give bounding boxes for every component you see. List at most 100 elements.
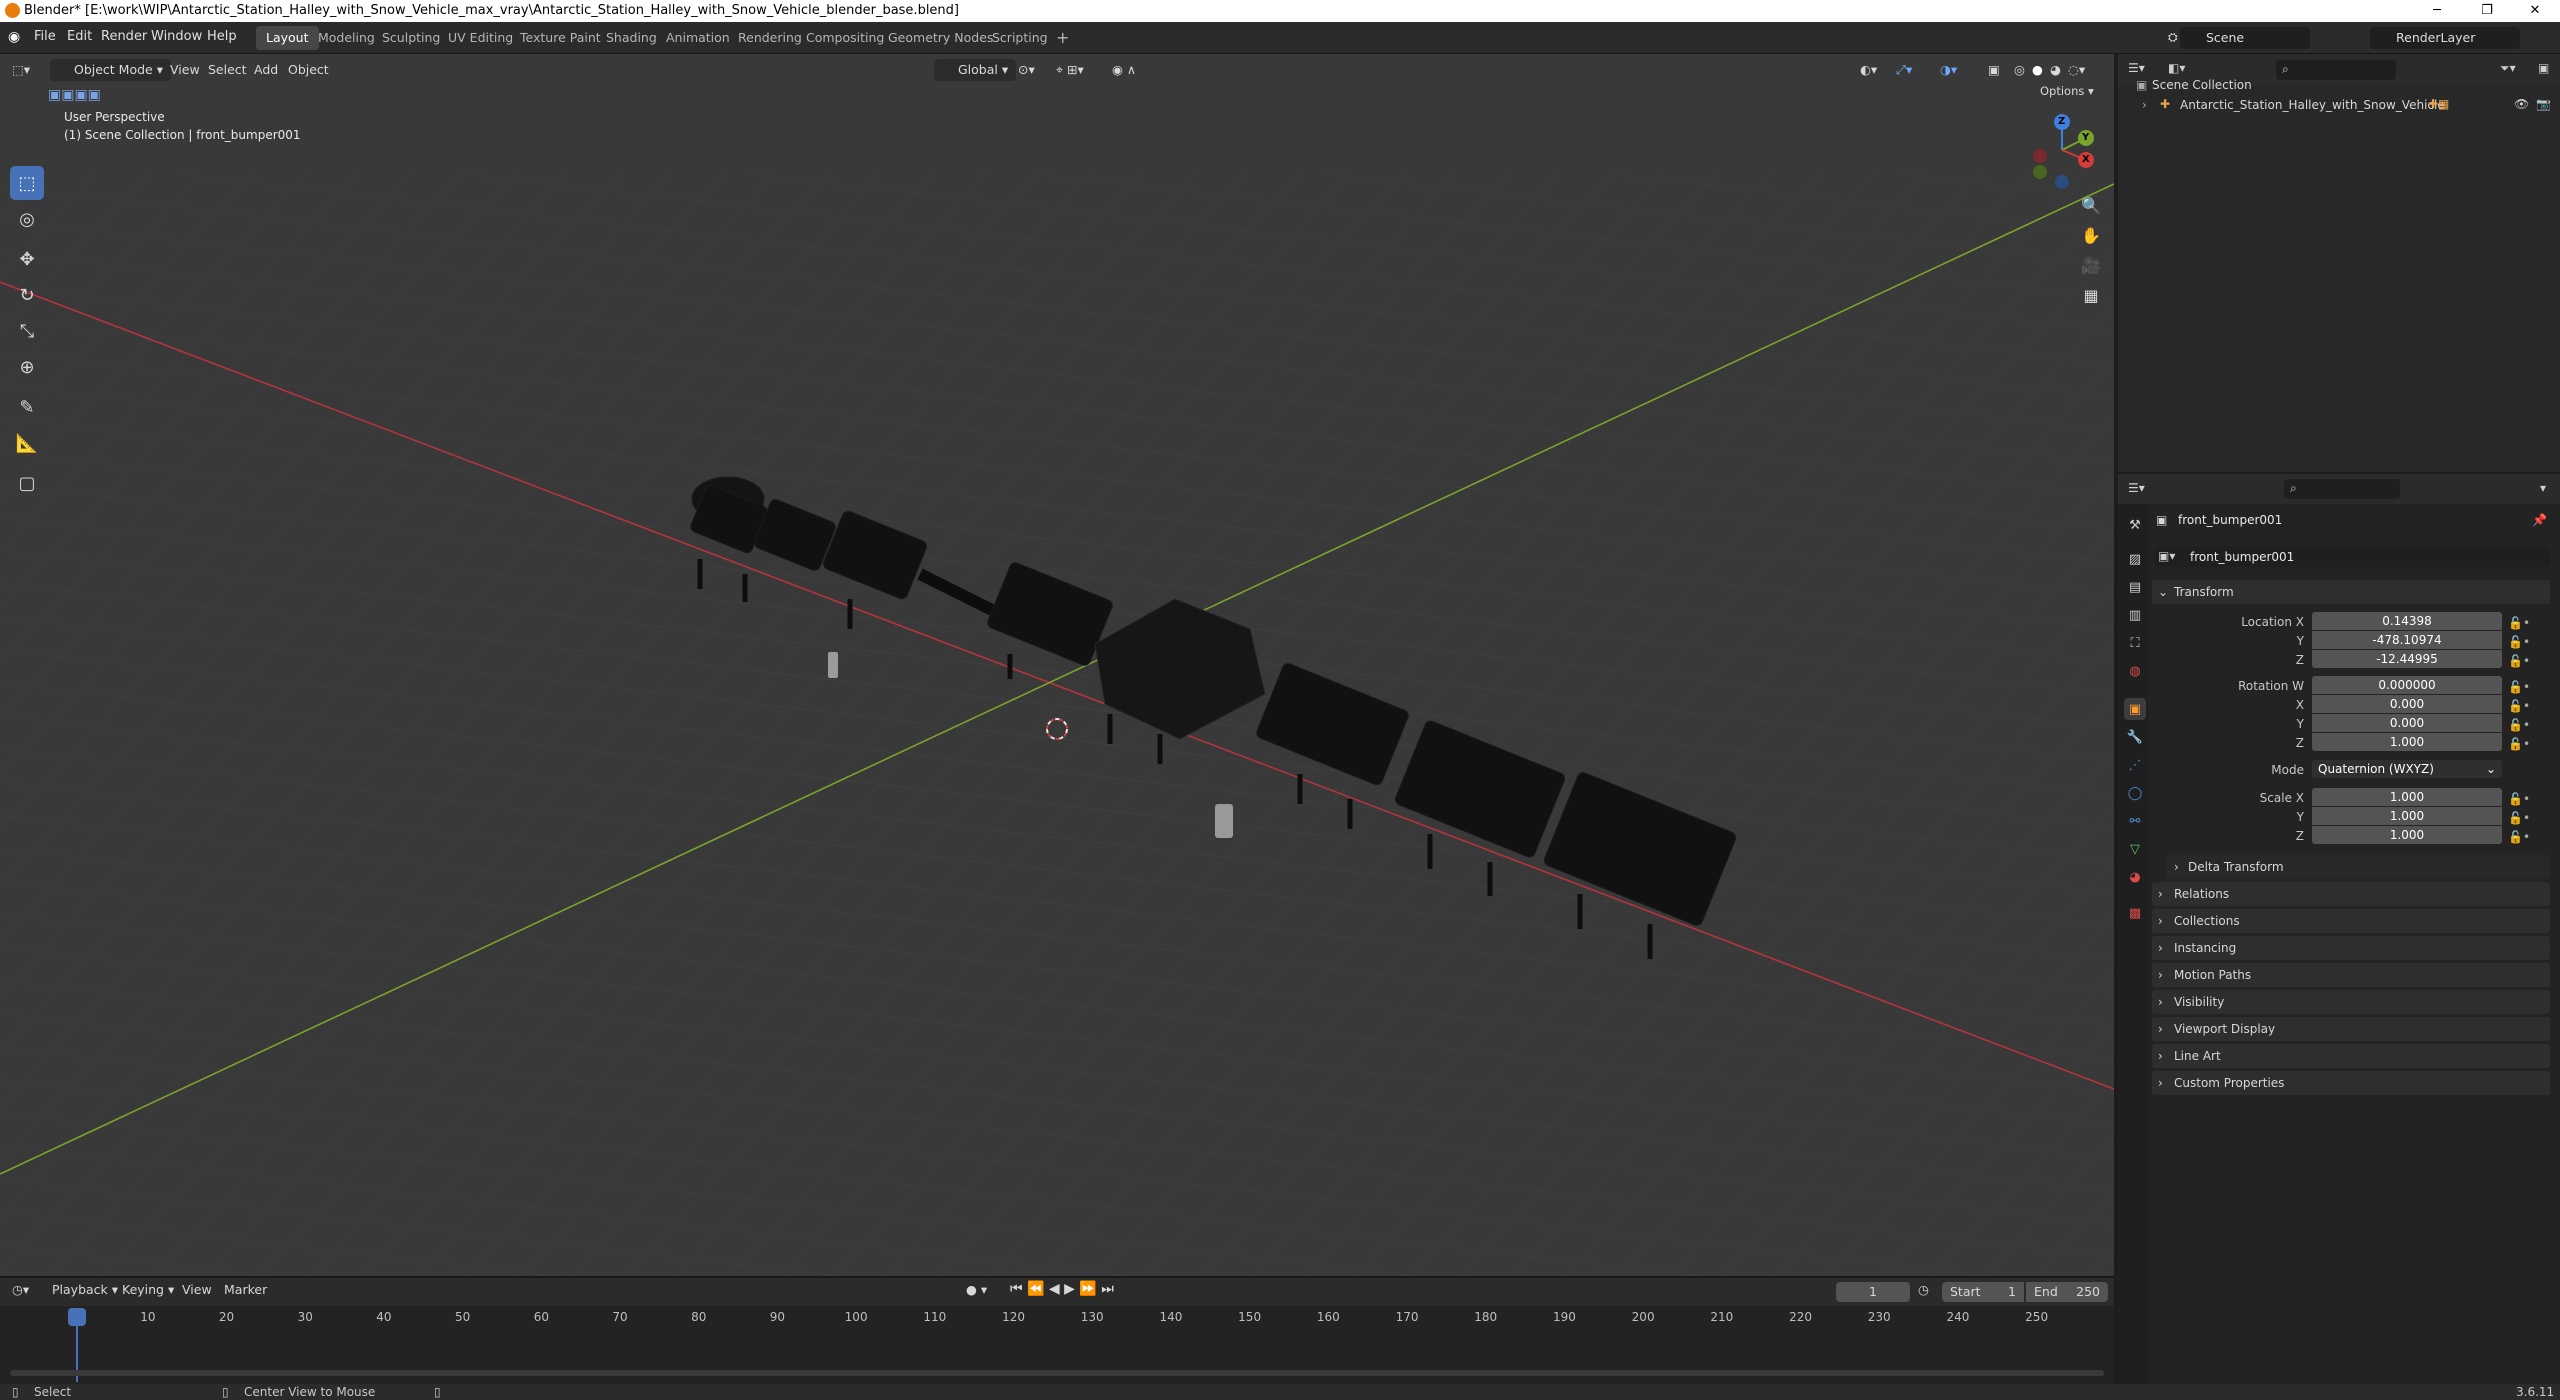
rotation-x-field[interactable]: 0.000 [2312, 695, 2502, 713]
cursor-tool-icon[interactable]: ◎ [10, 202, 44, 236]
maximize-button[interactable]: ❐ [2464, 0, 2510, 22]
menu-keying[interactable]: Keying ▾ [122, 1282, 174, 1297]
outliner-editor-icon[interactable]: ☰▾ [2128, 61, 2145, 75]
lock-icons-location[interactable]: 🔓• 🔓• 🔓• [2508, 614, 2530, 671]
proportional-edit-icon[interactable]: ◉ ∧ [1112, 59, 1136, 81]
3d-viewport[interactable]: ⬚▾ Object Mode ▾ View Select Add Object … [0, 54, 2114, 1276]
perspective-grid-icon[interactable]: ▦ [2076, 280, 2106, 310]
current-frame-field[interactable]: 1 [1836, 1282, 1910, 1302]
menu-edit[interactable]: Edit [67, 29, 92, 44]
outliner-search-input[interactable]: ⌕ [2276, 60, 2396, 80]
rotation-mode-dropdown[interactable]: Quaternion (WXYZ) ⌄ [2312, 760, 2502, 778]
lock-icons-scale[interactable]: 🔓• 🔓• 🔓• [2508, 790, 2530, 847]
rotation-y-field[interactable]: 0.000 [2312, 714, 2502, 732]
move-tool-icon[interactable]: ✥ [10, 242, 44, 276]
annotate-tool-icon[interactable]: ✎ [10, 390, 44, 424]
custom-properties-panel-header[interactable]: › Custom Properties [2152, 1071, 2550, 1095]
timeline-scrollbar[interactable] [10, 1370, 2104, 1376]
select-box-tool-icon[interactable]: ⬚ [10, 166, 44, 200]
view-layer-tab-icon[interactable]: ▥ [2124, 604, 2146, 626]
delta-transform-subpanel[interactable]: › Delta Transform [2166, 855, 2550, 879]
object-data-dropdown-icon[interactable]: ▣▾ [2158, 549, 2175, 563]
start-frame-field[interactable]: Start 1 [1942, 1282, 2024, 1302]
material-tab-icon[interactable]: ◕ [2124, 866, 2146, 888]
add-cube-tool-icon[interactable]: ▢ [10, 466, 44, 500]
blender-menu-icon[interactable]: ◉ [8, 29, 20, 45]
visibility-icon[interactable]: ◐▾ [1860, 59, 1877, 81]
location-y-field[interactable]: -478.10974 [2312, 631, 2502, 649]
menu-marker[interactable]: Marker [224, 1282, 267, 1297]
render-camera-icon[interactable]: 📷 [2536, 97, 2551, 111]
zoom-icon[interactable]: 🔍 [2076, 190, 2106, 220]
particles-tab-icon[interactable]: ⋰ [2124, 754, 2146, 776]
outliner-scene-collection[interactable]: Scene Collection [2152, 78, 2252, 92]
overlay-toggle-icon[interactable]: ◑▾ [1940, 59, 1957, 81]
menu-help[interactable]: Help [207, 29, 237, 44]
scale-tool-icon[interactable]: ⤡ [10, 314, 44, 348]
gizmo-toggle-icon[interactable]: ⤢▾ [1896, 59, 1912, 81]
constraints-tab-icon[interactable]: ⚯ [2124, 810, 2146, 832]
timeline-editor-icon[interactable]: ◷▾ [12, 1282, 29, 1297]
scene-selector[interactable]: Scene [2180, 27, 2310, 49]
outliner-item-station[interactable]: Antarctic_Station_Halley_with_Snow_Vehic… [2180, 98, 2445, 112]
editor-type-icon[interactable]: ⬚▾ [12, 59, 30, 81]
menu-render[interactable]: Render [101, 29, 147, 44]
world-tab-icon[interactable]: ◍ [2124, 660, 2146, 682]
xray-icon[interactable]: ▣ [1988, 59, 2000, 81]
shading-solid-icon[interactable]: ● [2032, 59, 2043, 81]
camera-icon[interactable]: 🎥 [2076, 250, 2106, 280]
menu-window[interactable]: Window [151, 29, 202, 44]
properties-options-icon[interactable]: ▾ [2540, 481, 2546, 495]
menu-object[interactable]: Object [288, 59, 329, 81]
snap-icon[interactable]: ⌖ ⊞▾ [1056, 59, 1084, 81]
add-workspace-button[interactable]: + [1046, 26, 1079, 50]
location-z-field[interactable]: -12.44995 [2312, 650, 2502, 668]
options-dropdown[interactable]: Options ▾ [2040, 80, 2094, 102]
scale-z-field[interactable]: 1.000 [2312, 826, 2502, 844]
rotation-z-field[interactable]: 1.000 [2312, 733, 2502, 751]
visibility-panel-header[interactable]: › Visibility [2152, 990, 2550, 1014]
shading-wireframe-icon[interactable]: ◎ [2014, 59, 2025, 81]
select-mode-icons[interactable]: ▣▣▣▣ [48, 84, 101, 106]
pivot-icon[interactable]: ⊙▾ [1018, 59, 1035, 81]
eye-icon[interactable]: 👁 [2514, 97, 2529, 111]
location-x-field[interactable]: 0.14398 [2312, 612, 2502, 630]
scale-x-field[interactable]: 1.000 [2312, 788, 2502, 806]
motion-paths-panel-header[interactable]: › Motion Paths [2152, 963, 2550, 987]
pin-icon[interactable]: 📌 [2532, 513, 2547, 527]
filter-icon[interactable]: ⏷▾ [2500, 61, 2516, 76]
menu-file[interactable]: File [34, 29, 56, 44]
clock-icon[interactable]: ◷ [1918, 1282, 1929, 1297]
menu-view[interactable]: View [170, 59, 200, 81]
frame-ruler[interactable]: 1102030405060708090100110120130140150160… [0, 1308, 2114, 1330]
menu-playback[interactable]: Playback ▾ [52, 1282, 118, 1297]
scene-tab-icon[interactable]: ⛶ [2124, 632, 2146, 654]
shading-rendered-icon[interactable]: ◌▾ [2068, 59, 2085, 81]
shading-material-icon[interactable]: ◕ [2050, 59, 2061, 81]
tool-tab-icon[interactable]: ⚒ [2124, 514, 2146, 536]
render-tab-icon[interactable]: ▨ [2124, 548, 2146, 570]
instancing-panel-header[interactable]: › Instancing [2152, 936, 2550, 960]
record-icon[interactable]: ● ▾ [966, 1282, 987, 1297]
lock-icons-rotation[interactable]: 🔓• 🔓• 🔓• 🔓• [2508, 678, 2530, 754]
object-tab-icon[interactable]: ▣ [2124, 698, 2146, 720]
playback-controls-icon[interactable]: ⏮ ⏪ ◀ ▶ ⏩ ⏭ [1010, 1281, 1114, 1297]
orientation-dropdown[interactable]: Global ▾ [934, 59, 1017, 81]
menu-select[interactable]: Select [208, 59, 247, 81]
new-collection-icon[interactable]: ▣ [2538, 61, 2549, 75]
rotation-w-field[interactable]: 0.000000 [2312, 676, 2502, 694]
object-name-field[interactable]: ▣▾ front_bumper001 [2154, 547, 2550, 567]
scale-y-field[interactable]: 1.000 [2312, 807, 2502, 825]
properties-editor-icon[interactable]: ☰▾ [2128, 481, 2145, 495]
relations-panel-header[interactable]: › Relations [2152, 882, 2550, 906]
line-art-panel-header[interactable]: › Line Art [2152, 1044, 2550, 1068]
playhead-marker[interactable] [68, 1308, 86, 1326]
collections-panel-header[interactable]: › Collections [2152, 909, 2550, 933]
viewport-display-panel-header[interactable]: › Viewport Display [2152, 1017, 2550, 1041]
menu-add[interactable]: Add [254, 59, 278, 81]
modifier-tab-icon[interactable]: 🔧 [2124, 726, 2146, 748]
data-tab-icon[interactable]: ▽ [2124, 838, 2146, 860]
texture-tab-icon[interactable]: ▩ [2124, 902, 2146, 924]
output-tab-icon[interactable]: ▤ [2124, 576, 2146, 598]
end-frame-field[interactable]: End 250 [2026, 1282, 2108, 1302]
